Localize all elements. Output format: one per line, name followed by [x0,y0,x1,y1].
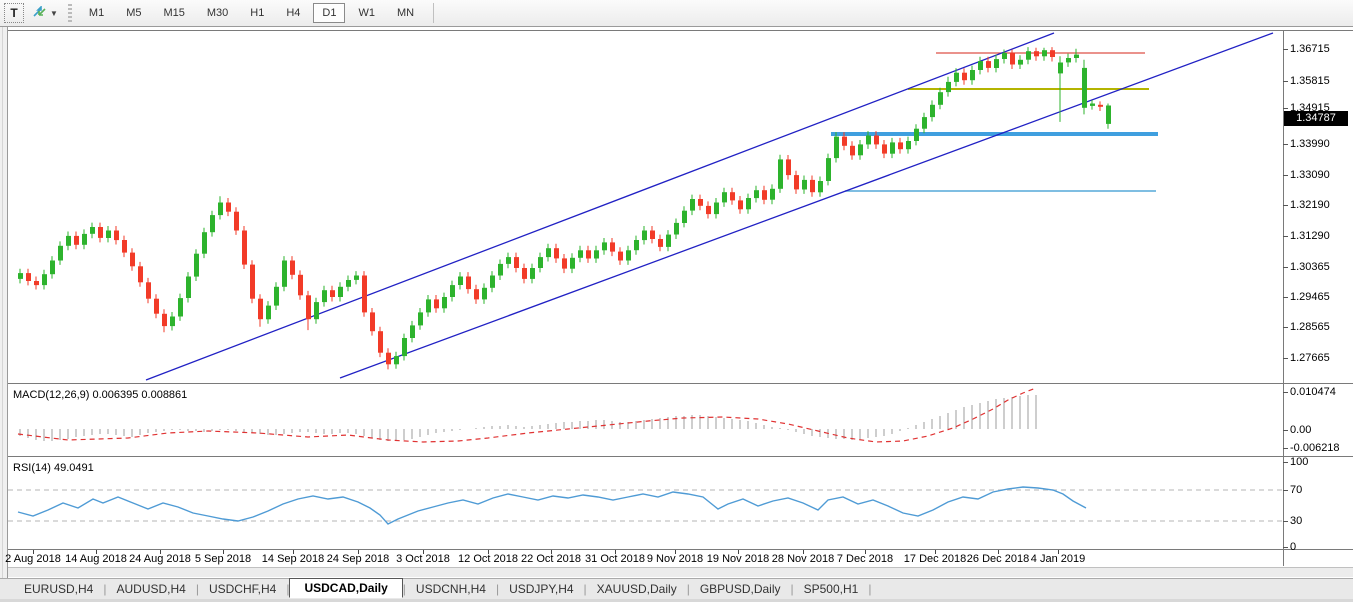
text-tool-button[interactable]: T [4,3,24,23]
date-axis-label: 12 Oct 2018 [458,553,518,565]
rsi-axis-label: 30 [1290,515,1303,527]
macd-histogram [19,395,1037,441]
macd-axis-label-tick [1283,448,1288,449]
price-axis-label: 1.35815 [1290,75,1330,87]
tab-sp500-h1[interactable]: SP500,H1 [794,580,869,598]
timeframe-button-m5[interactable]: M5 [117,3,150,23]
date-axis-label: 28 Nov 2018 [771,553,835,565]
macd-axis-label-tick [1283,392,1288,393]
price-axis-label-tick [1283,175,1288,176]
price-axis-label: 1.31290 [1290,230,1330,242]
macd-axis-label: -0.006218 [1290,442,1340,454]
price-axis-label: 1.36715 [1290,43,1330,55]
price-axis-label: 1.30365 [1290,261,1330,273]
date-axis-label: 19 Nov 2018 [706,553,770,565]
date-axis-label: 7 Dec 2018 [836,553,894,565]
rsi-axis-label: 100 [1290,456,1309,468]
date-axis-label: 22 Oct 2018 [521,553,581,565]
timeframe-button-m30[interactable]: M30 [198,3,237,23]
rsi-indicator-panel[interactable] [8,458,1283,549]
price-axis-label-tick [1283,236,1288,237]
tab-audusd-h4[interactable]: AUDUSD,H4 [106,580,195,598]
date-axis-label: 2 Aug 2018 [5,553,61,565]
date-axis-label: 14 Aug 2018 [65,553,127,565]
macd-axis-label-tick [1283,430,1288,431]
horizontal-scrollbar[interactable] [8,567,1353,577]
date-axis-label: 5 Sep 2018 [194,553,252,565]
date-axis-label: 24 Sep 2018 [326,553,390,565]
tab-usdjpy-h4[interactable]: USDJPY,H4 [499,580,583,598]
rsi-axis-label: 70 [1290,484,1303,496]
date-axis-label: 14 Sep 2018 [261,553,325,565]
window-left-border [0,27,8,602]
rsi-label: RSI(14) 49.0491 [13,462,94,474]
price-axis-label: 1.32190 [1290,199,1330,211]
price-axis-label: 1.33090 [1290,169,1330,181]
price-axis-label: 1.33990 [1290,138,1330,150]
tab-usdcnh-h4[interactable]: USDCNH,H4 [406,580,496,598]
tab-xauusd-daily[interactable]: XAUUSD,Daily [587,580,687,598]
price-axis-label-tick [1283,297,1288,298]
date-axis-label: 3 Oct 2018 [396,553,450,565]
price-axis-label: 1.27665 [1290,352,1330,364]
toolbar-separator [433,3,435,23]
timeframe-buttons: M1 M5 M15 M30 H1 H4 D1 W1 MN [78,3,425,23]
price-axis-label-tick [1283,108,1288,109]
price-axis-label-tick [1283,358,1288,359]
date-axis-label: 31 Oct 2018 [585,553,645,565]
channel-upper-line[interactable] [145,32,1055,381]
rsi-panel-divider[interactable] [8,456,1353,457]
date-axis-label: 9 Nov 2018 [646,553,704,565]
rsi-axis-label-tick [1283,547,1288,548]
timeframe-button-mn[interactable]: MN [388,3,423,23]
cursor-mode-button[interactable]: ▼ [28,3,62,23]
toolbar: T ▼ M1 M5 M15 M30 H1 H4 D1 W1 MN [0,0,1353,27]
macd-axis-label: 0.00 [1290,424,1312,436]
tab-eurusd-h4[interactable]: EURUSD,H4 [14,580,103,598]
price-axis-label-tick [1283,81,1288,82]
macd-indicator-panel[interactable] [8,385,1283,456]
current-price-tag: 1.34787 [1284,111,1348,126]
price-axis-label-tick [1283,205,1288,206]
price-axis-label-tick [1283,144,1288,145]
rsi-line [17,486,1087,525]
tab-separator: | [868,582,872,596]
macd-label: MACD(12,26,9) 0.006395 0.008861 [13,389,188,401]
chart-tab-bar: EURUSD,H4 | AUDUSD,H4 | USDCHF,H4 | USDCAD,Dai… [0,578,1353,599]
timeframe-button-h1[interactable]: H1 [241,3,273,23]
rsi-axis-label-tick [1283,462,1288,463]
rsi-axis-label-tick [1283,521,1288,522]
rsi-axis-label: 0 [1290,541,1297,553]
price-axis-label-tick [1283,49,1288,50]
tab-usdcad-daily[interactable]: USDCAD,Daily [289,578,403,598]
timeframe-button-d1[interactable]: D1 [313,3,346,23]
crosshair-arrows-icon [33,6,46,17]
timeframe-button-m1[interactable]: M1 [80,3,113,23]
date-axis-label: 26 Dec 2018 [966,553,1030,565]
timeframe-button-w1[interactable]: W1 [349,3,384,23]
price-chart[interactable] [8,31,1283,383]
chevron-down-icon: ▼ [50,8,58,18]
timeframe-button-m15[interactable]: M15 [154,3,193,23]
channel-lower-line[interactable] [339,32,1274,379]
price-axis-label-tick [1283,327,1288,328]
rsi-axis-label-tick [1283,490,1288,491]
time-axis-border [8,549,1353,550]
date-axis-label: 4 Jan 2019 [1030,553,1086,565]
macd-panel-divider[interactable] [8,383,1353,384]
timeframe-button-h4[interactable]: H4 [277,3,309,23]
mt4-terminal: T ▼ M1 M5 M15 M30 H1 H4 D1 W1 MN ▲ USDCAD,Daily … [0,0,1353,602]
tab-usdchf-h4[interactable]: USDCHF,H4 [199,580,286,598]
tab-gbpusd-daily[interactable]: GBPUSD,Daily [690,580,791,598]
price-axis-label-tick [1283,267,1288,268]
date-axis-label: 24 Aug 2018 [129,553,191,565]
toolbar-grip[interactable] [67,4,72,22]
candles-layer [18,47,1111,370]
date-axis-label: 17 Dec 2018 [903,553,967,565]
price-axis-label: 1.28565 [1290,321,1330,333]
price-axis-label: 1.29465 [1290,291,1330,303]
macd-axis-label: 0.010474 [1290,386,1336,398]
